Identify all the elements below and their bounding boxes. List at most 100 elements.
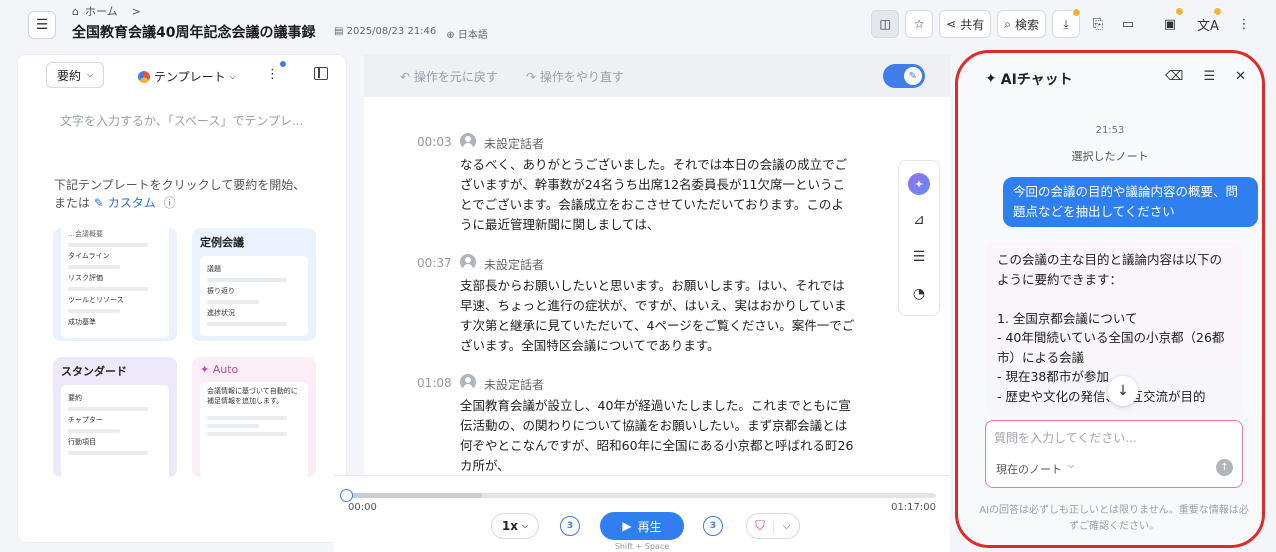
- play-button[interactable]: ▶ 再生: [600, 512, 684, 540]
- audio-player: 00:00 01:17:00 1x ⌵ 3 ▶ 再生 Shift + Space…: [334, 475, 950, 552]
- progress-handle[interactable]: [340, 489, 353, 502]
- save-button[interactable]: ▣: [1158, 7, 1184, 38]
- segment-speaker[interactable]: 未設定話者: [484, 256, 544, 273]
- translate-button[interactable]: 文A: [1196, 7, 1222, 38]
- send-button[interactable]: ↑: [1216, 459, 1233, 476]
- favorite-button[interactable]: ☆: [905, 10, 934, 38]
- duration: 01:17:00: [891, 502, 936, 513]
- avatar: [460, 374, 476, 390]
- redo-button[interactable]: ↷ 操作をやり直す: [526, 68, 624, 85]
- export-button[interactable]: ⎘: [1086, 10, 1110, 38]
- segment-time[interactable]: 01:08: [417, 376, 452, 390]
- share-button[interactable]: ⋖ 共有: [939, 10, 992, 38]
- chat-input-box: 現在のノート ⌵ ↑: [985, 420, 1243, 488]
- undo-label: 操作を元に戻す: [413, 70, 498, 84]
- segment-time[interactable]: 00:37: [417, 256, 452, 270]
- globe-icon: ⊕: [446, 30, 455, 41]
- speed-button[interactable]: 1x ⌵: [491, 513, 539, 539]
- progress-track[interactable]: [340, 489, 936, 502]
- chat-title: ✦ AIチャット: [985, 69, 1073, 89]
- more-vertical-icon: ⋮: [1237, 16, 1251, 32]
- translate-icon: 文A: [1197, 18, 1219, 34]
- segment-text[interactable]: 支部長からお願いしたいと思います。お願いします。はい、それでは早速、ちょっと進行…: [460, 276, 856, 356]
- scope-select[interactable]: 現在のノート ⌵: [996, 461, 1074, 477]
- chevron-down-icon: ⌵: [522, 521, 529, 530]
- summary-panel-header: 要約 ⌵ テンプレート ⌵ ⋮: [18, 55, 346, 95]
- bookmark-add-icon[interactable]: ⊿: [908, 209, 930, 231]
- forward-button[interactable]: 3: [703, 516, 723, 536]
- segment-time[interactable]: 00:03: [417, 135, 452, 149]
- export-icon: ⎘: [1092, 16, 1104, 32]
- play-shortcut: Shift + Space: [614, 542, 670, 551]
- comment-icon[interactable]: ☰: [908, 246, 930, 268]
- collapse-panel-icon[interactable]: [314, 67, 328, 80]
- transcript: 00:03 未設定話者 なるべく、ありがとうございました。それでは本日の会議の成…: [364, 97, 950, 475]
- clear-chat-icon[interactable]: ⌫: [1165, 69, 1183, 84]
- chevron-down-icon: ⌵: [229, 71, 236, 81]
- template-card-project[interactable]: …会議概要 タイムライン リスク評価 ツールとリソース 成功基準: [53, 228, 177, 341]
- template-card-item: ツールとリソース: [68, 296, 124, 304]
- user-message: 今回の会議の目的や議論内容の概要、問題点などを抽出してください: [1003, 177, 1258, 227]
- pencil-icon: ✎: [93, 196, 104, 210]
- ai-message-line: - 40年間続いている全国の小京都（26都市）による会議: [997, 330, 1225, 365]
- share-icon: ⋖: [946, 17, 957, 31]
- template-card-item: 進捗状況: [207, 309, 235, 317]
- summary-input-placeholder[interactable]: 文字を入力するか、「スペース」でテンプレ...: [60, 112, 303, 129]
- segment-speaker[interactable]: 未設定話者: [484, 376, 544, 393]
- rewind-button[interactable]: 3: [560, 516, 580, 536]
- share-label: 共有: [960, 17, 985, 32]
- pie-chart-icon[interactable]: ◔: [908, 283, 930, 305]
- template-card-standard[interactable]: スタンダード 要約 チャプター 行動項目: [53, 357, 177, 477]
- scroll-down-button[interactable]: ↓: [1108, 376, 1138, 406]
- template-hint-or: または: [54, 196, 91, 210]
- sparkle-icon: ✦: [200, 363, 210, 376]
- scope-label: 現在のノート: [996, 463, 1062, 476]
- template-card-item: 振り返り: [207, 287, 235, 295]
- chat-input[interactable]: [994, 431, 1224, 445]
- arrow-up-icon: ↑: [1220, 462, 1229, 473]
- history-icon[interactable]: ☰: [1203, 69, 1215, 84]
- document-language[interactable]: 日本語: [458, 30, 488, 41]
- editor-toolbar: ↶ 操作を元に戻す ↷ 操作をやり直す ✎: [364, 55, 950, 97]
- arrow-down-icon: ↓: [1117, 383, 1129, 399]
- breadcrumb-arrow: >: [131, 4, 141, 18]
- custom-label: カスタム: [107, 196, 156, 210]
- info-icon[interactable]: ⓘ: [164, 196, 176, 210]
- undo-icon: ↶: [400, 70, 411, 84]
- current-time: 00:00: [348, 502, 377, 513]
- segment-speaker[interactable]: 未設定話者: [484, 135, 544, 152]
- custom-template-link[interactable]: ✎ カスタム: [94, 196, 156, 210]
- more-button[interactable]: ⋮: [1232, 10, 1256, 38]
- template-card-item: タイムライン: [68, 252, 110, 260]
- segment-text[interactable]: なるべく、ありがとうございました。それでは本日の会議の成立でございますが、幹事数…: [460, 155, 856, 235]
- bookmark-icon[interactable]: ⛉: [747, 518, 774, 534]
- save-icon: ▣: [1163, 16, 1177, 32]
- edit-mode-toggle[interactable]: ✎: [883, 64, 925, 88]
- top-bar: ☰ ⌂ ホーム > 全国教育会議40周年記念会議の議事録 ▤ 2025/08/2…: [0, 0, 1276, 50]
- ai-sparkle-icon[interactable]: ✦: [908, 173, 930, 195]
- bookmark-button[interactable]: ⛉ ⌵: [746, 513, 800, 539]
- play-icon: ▶: [622, 519, 632, 533]
- template-card-item: リスク評価: [68, 274, 103, 282]
- undo-button[interactable]: ↶ 操作を元に戻す: [400, 68, 498, 85]
- template-select-label: テンプレート: [154, 70, 226, 84]
- close-icon[interactable]: ✕: [1235, 69, 1246, 84]
- layout-toggle-button[interactable]: ◫: [871, 10, 900, 38]
- menu-button[interactable]: ☰: [28, 11, 56, 39]
- download-button[interactable]: ⤓: [1052, 8, 1081, 38]
- document-meta: ▤ 2025/08/23 21:46 ⊕ 日本語: [334, 26, 488, 41]
- summary-more-button[interactable]: ⋮: [266, 67, 279, 82]
- folder-button[interactable]: ▭: [1116, 10, 1140, 38]
- search-button[interactable]: ⌕ 検索: [997, 10, 1046, 38]
- chevron-down-icon[interactable]: ⌵: [774, 521, 799, 532]
- document-title[interactable]: 全国教育会議40周年記念会議の議事録: [72, 22, 315, 42]
- ai-message-line: 1. 全国京都会議について: [997, 310, 1138, 326]
- template-card-item: 行動項目: [68, 438, 96, 446]
- side-tools: ✦ ⊿ ☰ ◔: [898, 160, 940, 316]
- template-card-auto[interactable]: ✦ Auto 会議情報に基づいて自動的に補足情報を追加します。: [192, 357, 316, 477]
- template-card-regular-meeting[interactable]: 定例会議 議題 振り返り 進捗状況: [192, 228, 316, 341]
- breadcrumb-home[interactable]: ホーム: [85, 3, 118, 19]
- template-select[interactable]: テンプレート ⌵: [138, 68, 236, 85]
- segment-text[interactable]: 全国教育会議が設立し、40年が経過いたしました。これまでともに宣伝活動の、の関わ…: [460, 396, 856, 475]
- summary-select[interactable]: 要約 ⌵: [46, 62, 105, 88]
